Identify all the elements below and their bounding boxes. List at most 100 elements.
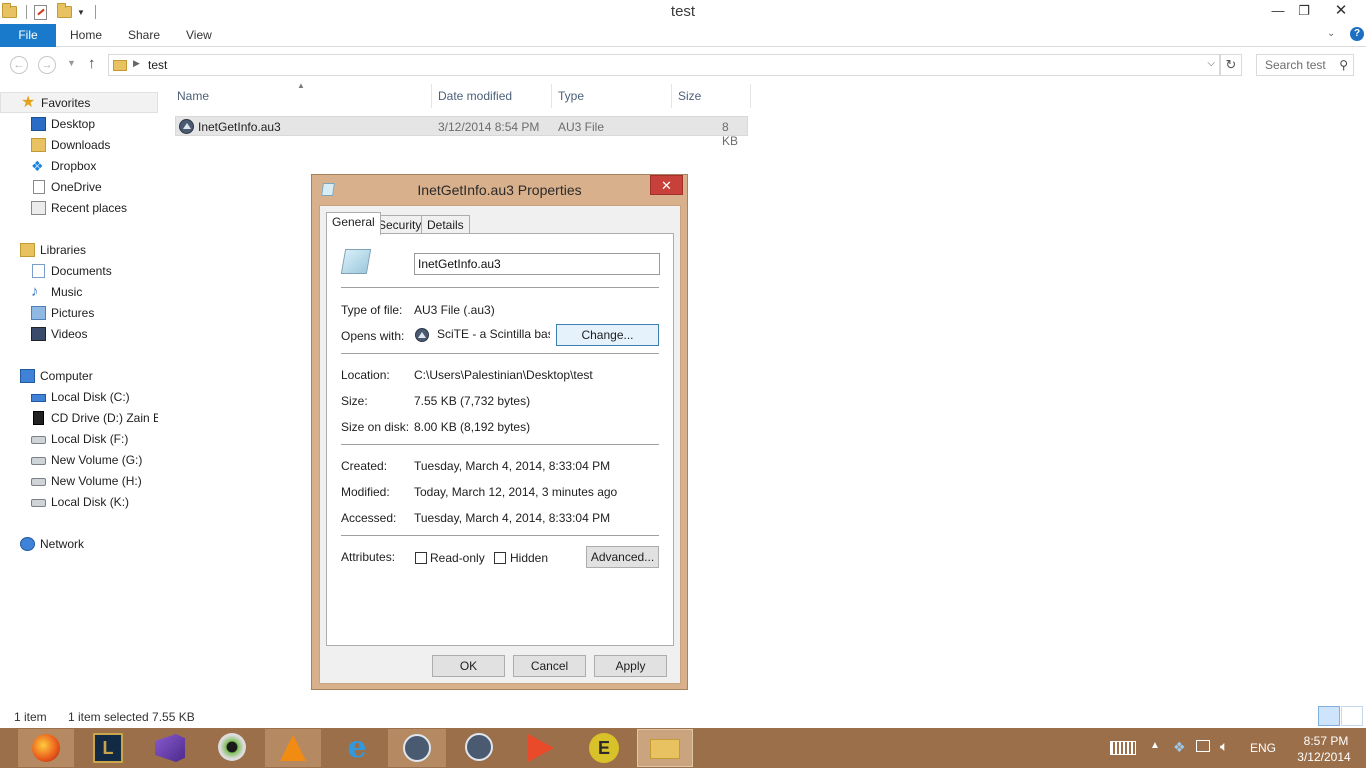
accessed-label: Accessed: (341, 511, 397, 525)
nav-onedrive[interactable]: OneDrive (0, 177, 158, 198)
title-bar: ▼ test — ❐ ✕ (0, 0, 1366, 24)
internet-explorer-icon[interactable]: e (342, 733, 372, 763)
clock-date[interactable]: 3/12/2014 (1288, 750, 1360, 764)
tab-file[interactable]: File (0, 24, 56, 47)
breadcrumb[interactable]: test (148, 58, 167, 72)
minimize-button[interactable]: — (1264, 0, 1292, 22)
details-view-button[interactable] (1318, 706, 1340, 726)
column-header-name[interactable]: Name (177, 84, 209, 108)
dialog-close-button[interactable]: ✕ (650, 175, 683, 195)
hidden-checkbox[interactable] (494, 552, 506, 564)
downloads-icon (31, 138, 46, 152)
properties-dialog: InetGetInfo.au3 Properties ✕ General Sec… (311, 174, 688, 690)
change-button[interactable]: Change... (556, 324, 659, 346)
recent-locations-icon[interactable]: ▼ (67, 58, 76, 68)
search-input[interactable]: Search test ⚲ (1256, 54, 1354, 76)
language-indicator[interactable]: ENG (1250, 741, 1276, 755)
tab-home[interactable]: Home (70, 24, 102, 47)
location-label: Location: (341, 368, 390, 382)
disk-icon (31, 457, 46, 465)
filename-field[interactable]: InetGetInfo.au3 (414, 253, 660, 275)
sort-ascending-icon: ▲ (297, 81, 305, 90)
chevron-down-icon[interactable]: ⌵ (1207, 58, 1215, 69)
file-name: InetGetInfo.au3 (198, 120, 281, 134)
nav-drive-k[interactable]: Local Disk (K:) (0, 492, 158, 513)
nav-drive-h[interactable]: New Volume (H:) (0, 471, 158, 492)
nav-downloads[interactable]: Downloads (0, 135, 158, 156)
ok-button[interactable]: OK (432, 655, 505, 677)
nav-music[interactable]: ♪ Music (0, 282, 158, 303)
firefox-icon[interactable] (18, 729, 74, 767)
nav-dropbox[interactable]: ❖ Dropbox (0, 156, 158, 177)
autoit-icon[interactable] (465, 733, 493, 761)
back-button[interactable]: ← (10, 56, 28, 74)
general-tab-panel: InetGetInfo.au3 Type of file: AU3 File (… (326, 233, 674, 646)
nav-favorites[interactable]: ★ Favorites (0, 92, 158, 113)
address-bar[interactable]: ▶ test ⌵ (108, 54, 1220, 76)
computer-icon (20, 369, 35, 383)
dropbox-tray-icon[interactable]: ❖ (1173, 739, 1186, 756)
volume-icon[interactable]: 🔈︎ (1220, 738, 1228, 755)
large-icons-view-button[interactable] (1341, 706, 1363, 726)
vlc-icon[interactable] (265, 729, 321, 767)
nav-drive-d[interactable]: CD Drive (D:) Zain Bro (0, 408, 158, 429)
readonly-checkbox[interactable] (415, 552, 427, 564)
nav-drive-g[interactable]: New Volume (G:) (0, 450, 158, 471)
tab-share[interactable]: Share (128, 24, 160, 47)
e-icon[interactable]: E (589, 733, 619, 763)
column-header-size[interactable]: Size (678, 84, 701, 108)
nav-desktop[interactable]: Desktop (0, 114, 158, 135)
nav-documents[interactable]: Documents (0, 261, 158, 282)
maximize-button[interactable]: ❐ (1290, 0, 1318, 22)
tab-view[interactable]: View (186, 24, 212, 47)
column-header-date-modified[interactable]: Date modified (438, 84, 512, 108)
created-value: Tuesday, March 4, 2014, 8:33:04 PM (414, 459, 611, 473)
disk-icon (31, 478, 46, 486)
keyboard-icon[interactable] (1110, 741, 1136, 755)
navigation-bar: ← → ▼ ↑ ▶ test ⌵ ↻ Search test ⚲ (0, 48, 1366, 82)
apply-button[interactable]: Apply (594, 655, 667, 677)
clock-time[interactable]: 8:57 PM (1292, 734, 1360, 748)
hidden-label[interactable]: Hidden (510, 551, 548, 565)
nav-pictures[interactable]: Pictures (0, 303, 158, 324)
show-hidden-icons-icon[interactable]: ▲ (1150, 740, 1160, 751)
close-button[interactable]: ✕ (1319, 0, 1363, 22)
file-size: 8 KB (722, 120, 739, 148)
search-icon[interactable]: ⚲ (1339, 58, 1348, 72)
nav-network[interactable]: Network (0, 534, 158, 555)
file-explorer-icon[interactable] (637, 729, 693, 767)
dialog-title: InetGetInfo.au3 Properties (417, 182, 582, 198)
tab-details[interactable]: Details (421, 215, 470, 235)
tab-general[interactable]: General (326, 212, 381, 235)
nav-videos[interactable]: Videos (0, 324, 158, 345)
nav-drive-f[interactable]: Local Disk (F:) (0, 429, 158, 450)
nav-drive-c[interactable]: Local Disk (C:) (0, 387, 158, 408)
star-icon: ★ (21, 94, 36, 111)
up-button[interactable]: ↑ (88, 55, 96, 72)
chevron-right-icon[interactable]: ▶ (133, 58, 140, 69)
readonly-label[interactable]: Read-only (430, 551, 485, 565)
expand-ribbon-icon[interactable]: ⌄ (1327, 28, 1335, 39)
forward-button[interactable]: → (38, 56, 56, 74)
modified-value: Today, March 12, 2014, 3 minutes ago (414, 485, 618, 499)
column-header-type[interactable]: Type (558, 84, 584, 108)
play-icon[interactable] (528, 734, 554, 762)
league-icon[interactable]: L (93, 733, 123, 763)
taskbar: L e E ▲ ❖ 🔈︎ ENG 8:57 PM 3/12/2014 (0, 728, 1366, 768)
file-type: AU3 File (558, 120, 605, 134)
help-icon[interactable]: ? (1350, 27, 1364, 41)
eye-icon[interactable] (218, 733, 246, 761)
autoit-icon[interactable] (388, 729, 446, 767)
folder-icon (113, 60, 127, 71)
network-tray-icon[interactable] (1196, 740, 1210, 752)
visual-studio-icon[interactable] (155, 734, 185, 762)
advanced-button[interactable]: Advanced... (586, 546, 659, 568)
nav-recent-places[interactable]: Recent places (0, 198, 158, 219)
nav-computer[interactable]: Computer (0, 366, 158, 387)
refresh-button[interactable]: ↻ (1220, 54, 1242, 76)
size-value: 7.55 KB (7,732 bytes) (414, 394, 531, 408)
cancel-button[interactable]: Cancel (513, 655, 586, 677)
nav-libraries[interactable]: Libraries (0, 240, 158, 261)
window-title: test (670, 3, 696, 20)
table-row[interactable]: InetGetInfo.au3 3/12/2014 8:54 PM AU3 Fi… (175, 116, 748, 148)
